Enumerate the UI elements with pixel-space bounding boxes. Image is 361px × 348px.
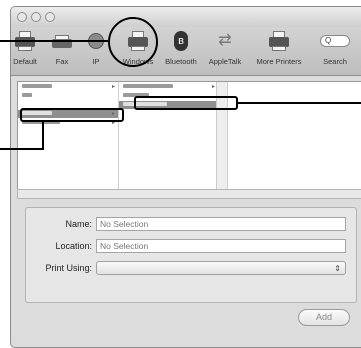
browser-column-3[interactable] xyxy=(228,82,361,190)
toolbar-bluetooth-button[interactable]: ʙ Bluetooth xyxy=(161,31,201,73)
add-button[interactable]: Add xyxy=(298,309,350,326)
printer-details: Name: No Selection Location: No Selectio… xyxy=(25,207,357,303)
print-using-popup[interactable]: ⇕ xyxy=(96,261,346,275)
callout-line xyxy=(0,148,44,150)
browser-column-1[interactable]: ▸ ▸ ▸ xyxy=(18,82,119,190)
search-icon: Q xyxy=(320,31,350,53)
print-using-label: Print Using: xyxy=(45,263,92,273)
callout-box xyxy=(20,108,124,122)
toolbar-label: AppleTalk xyxy=(208,57,242,66)
bluetooth-icon: ʙ xyxy=(168,31,194,53)
name-label: Name: xyxy=(65,219,92,229)
horizontal-scrollbar[interactable] xyxy=(17,189,361,199)
fax-icon xyxy=(49,31,75,53)
toolbar-label: IP xyxy=(92,57,100,66)
title-bar xyxy=(11,7,361,27)
toolbar-label: Search xyxy=(323,57,347,66)
name-field[interactable]: No Selection xyxy=(96,217,346,231)
toolbar-appletalk-button[interactable]: ⇄ AppleTalk xyxy=(201,31,249,73)
list-item[interactable]: ▸ xyxy=(18,83,118,91)
callout-line xyxy=(0,40,108,42)
printer-icon xyxy=(12,31,38,53)
callout-circle xyxy=(108,17,158,67)
zoom-window-icon[interactable] xyxy=(45,12,55,22)
location-label: Location: xyxy=(55,241,92,251)
toolbar-label: More Printers xyxy=(256,57,302,66)
toolbar-label: Default xyxy=(13,57,37,66)
callout-box xyxy=(134,96,238,110)
search-field[interactable]: Q xyxy=(320,35,350,47)
popup-arrows-icon: ⇕ xyxy=(334,264,341,273)
arrows-icon: ⇄ xyxy=(218,32,232,49)
toolbar-ip-button[interactable]: IP xyxy=(81,31,111,73)
toolbar-more-printers-button[interactable]: More Printers xyxy=(251,31,307,73)
location-field[interactable]: No Selection xyxy=(96,239,346,253)
toolbar-default-button[interactable]: Default xyxy=(11,31,45,73)
toolbar: Default Fax IP Windows ʙ Bluetooth ⇄ App… xyxy=(11,27,361,76)
toolbar-fax-button[interactable]: Fax xyxy=(47,31,77,73)
toolbar-label: Fax xyxy=(55,57,69,66)
globe-icon xyxy=(83,31,109,53)
add-printer-window: Default Fax IP Windows ʙ Bluetooth ⇄ App… xyxy=(10,6,361,348)
toolbar-label: Bluetooth xyxy=(165,57,197,66)
close-window-icon[interactable] xyxy=(17,12,27,22)
minimize-window-icon[interactable] xyxy=(31,12,41,22)
list-item[interactable] xyxy=(18,92,118,100)
toolbar-search[interactable]: Q Search xyxy=(315,31,355,73)
list-item[interactable]: ▸ xyxy=(119,83,227,91)
callout-line xyxy=(42,120,44,150)
callout-line xyxy=(238,102,361,104)
printer-icon xyxy=(266,31,292,53)
